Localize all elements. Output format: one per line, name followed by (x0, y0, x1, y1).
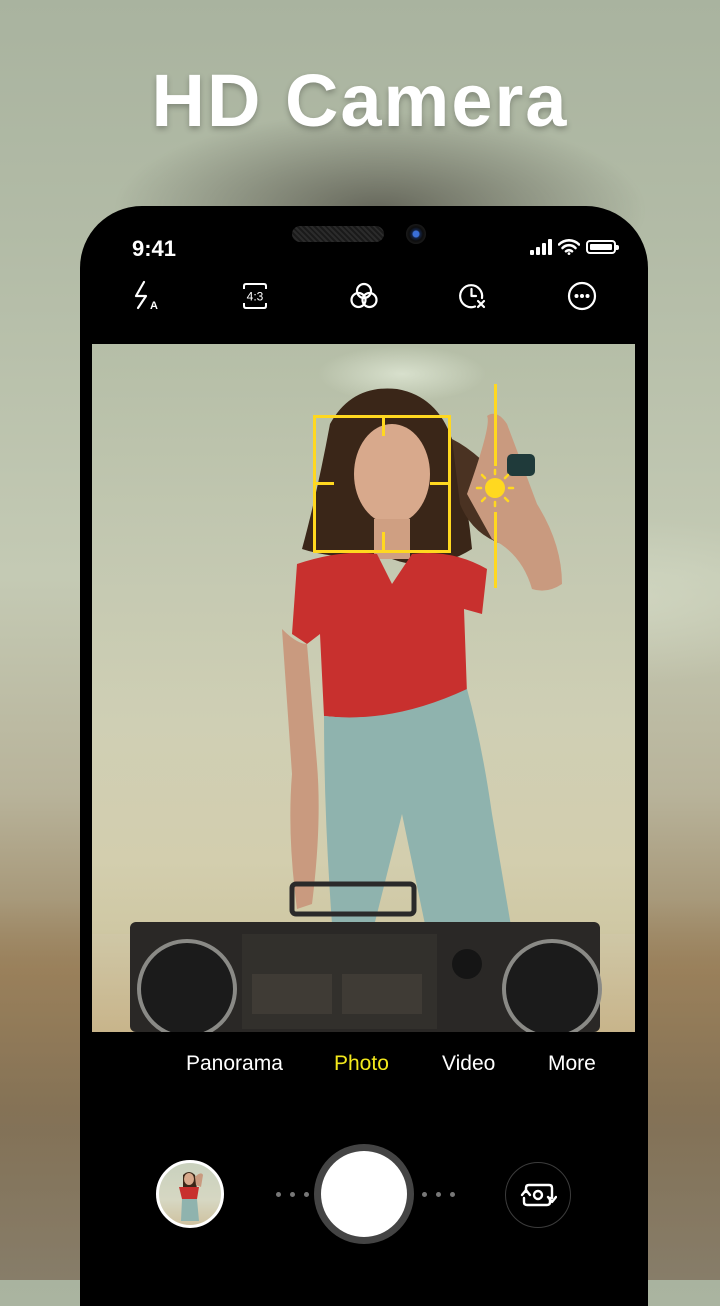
shutter-button[interactable] (314, 1144, 414, 1244)
filters-button[interactable] (344, 276, 384, 316)
svg-text:A: A (150, 300, 158, 312)
status-time: 9:41 (132, 236, 177, 261)
timer-off-button[interactable] (453, 276, 493, 316)
exposure-slider-track-top[interactable] (494, 384, 497, 466)
mode-video[interactable]: Video (442, 1052, 495, 1076)
phone-frame: 9:41 A 4:3 Panorama Photo Video More (80, 206, 648, 1306)
switch-camera-button[interactable] (505, 1162, 571, 1228)
wifi-icon (558, 239, 580, 255)
battery-icon (586, 240, 619, 254)
zoom-dots-right (422, 1192, 455, 1197)
thumbnail-photo (179, 1172, 203, 1221)
status-icons (530, 239, 619, 255)
gallery-thumbnail[interactable] (156, 1160, 224, 1228)
svg-text:4:3: 4:3 (247, 290, 264, 304)
mode-more[interactable]: More (548, 1052, 596, 1076)
zoom-dots-left (276, 1192, 309, 1197)
timer-off-icon (459, 284, 486, 309)
mode-photo[interactable]: Photo (334, 1052, 389, 1076)
sun-icon[interactable] (475, 468, 515, 508)
camera-mode-selector: Panorama Photo Video More (80, 1052, 648, 1082)
filters-icon (350, 282, 378, 309)
aspect-ratio-button[interactable]: 4:3 (235, 276, 275, 316)
shutter-button-inner (321, 1151, 407, 1237)
exposure-slider-track-bottom[interactable] (494, 512, 497, 588)
cellular-signal-icon (530, 239, 552, 255)
front-camera-lens (406, 224, 426, 244)
flash-auto-icon: A (134, 280, 158, 312)
camera-viewfinder[interactable] (92, 344, 635, 1032)
more-options-button[interactable] (562, 276, 602, 316)
earpiece-speaker (292, 226, 384, 242)
hero-title: HD Camera (151, 59, 569, 142)
more-options-icon (567, 281, 597, 311)
switch-camera-icon (520, 1183, 557, 1207)
mode-panorama[interactable]: Panorama (186, 1052, 283, 1076)
face-focus-box[interactable] (313, 415, 451, 553)
flash-auto-button[interactable]: A (126, 276, 166, 316)
aspect-ratio-icon: 4:3 (243, 283, 267, 309)
camera-toolbar: A 4:3 (80, 276, 648, 316)
